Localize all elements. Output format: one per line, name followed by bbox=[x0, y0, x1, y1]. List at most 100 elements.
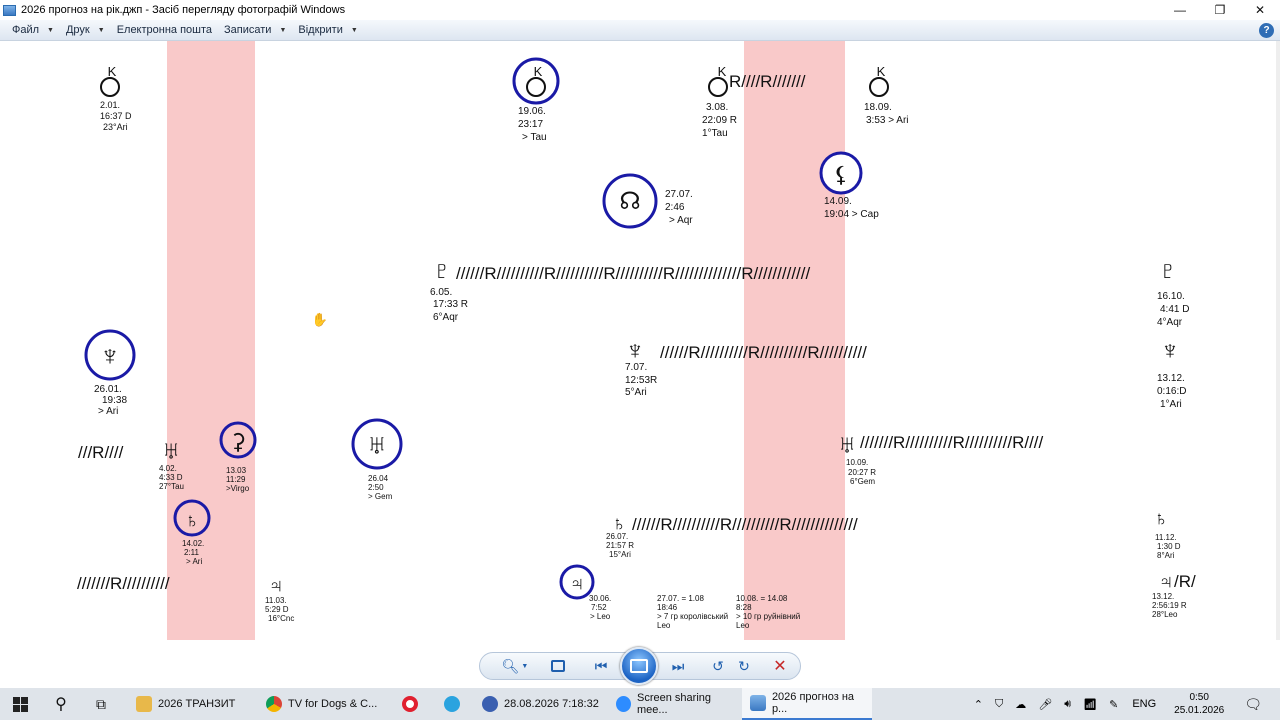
wifi-icon[interactable]: 📶︎ bbox=[1083, 698, 1097, 711]
pluto-end-label: 16.10. 4:41 D 4°Aqr bbox=[1157, 291, 1189, 328]
chevron-down-icon: ▼ bbox=[47, 26, 54, 34]
saturn-start-label: 26.07. 21:57 R 15°Ari bbox=[606, 532, 634, 559]
start-button[interactable] bbox=[0, 688, 40, 720]
taskbar-item-chrome[interactable]: TV for Dogs & C... bbox=[260, 688, 388, 720]
menu-email[interactable]: Електронна пошта bbox=[117, 24, 212, 36]
black-moon-icon: ⚸ bbox=[833, 162, 849, 187]
pen-icon[interactable]: ✎ bbox=[1109, 698, 1118, 711]
chevron-down-icon: ▼ bbox=[279, 26, 287, 34]
delete-button[interactable]: ✕ bbox=[770, 656, 790, 676]
chiron-1-label: 2.01. 16:37 D 23°Ari bbox=[100, 100, 132, 132]
menu-file[interactable]: Файл ▼ bbox=[12, 24, 54, 36]
menu-burn-label: Записати bbox=[224, 24, 272, 36]
slideshow-icon bbox=[630, 659, 648, 673]
jupiter-left-retrograde-line: ///////R////////// bbox=[77, 574, 170, 593]
saturn-icon: ♄ bbox=[1154, 508, 1169, 530]
ceres-icon: ⚳ bbox=[230, 429, 246, 454]
vertical-scrollbar[interactable] bbox=[1276, 41, 1280, 640]
previous-icon: ⏮ bbox=[594, 657, 608, 674]
pluto-start-label: 6.05. 17:33 R 6°Aqr bbox=[430, 287, 468, 323]
input-language[interactable]: ENG bbox=[1132, 698, 1156, 710]
taskbar-item-photo-viewer[interactable]: 2026 прогноз на р... bbox=[742, 688, 872, 720]
taskbar-item-label: TV for Dogs & C... bbox=[288, 698, 378, 710]
minimize-button[interactable]: — bbox=[1160, 0, 1200, 20]
next-button[interactable]: ⏭ bbox=[667, 656, 689, 676]
volume-icon[interactable]: 🔊︎ bbox=[1064, 698, 1071, 711]
maximize-button[interactable]: ❐ bbox=[1200, 0, 1240, 20]
next-icon: ⏭ bbox=[671, 657, 685, 674]
neptune-icon: ♆ bbox=[1160, 335, 1180, 365]
lunar-node-icon: ☊ bbox=[619, 188, 640, 215]
uranus-retrograde-line: ///////R//////////R//////////R//// bbox=[860, 433, 1044, 452]
clock[interactable]: 0:50 25.01.2026 bbox=[1174, 691, 1224, 717]
search-button[interactable]: ⚲ bbox=[46, 688, 76, 720]
notifications-icon[interactable]: 🗨︎ bbox=[1244, 696, 1262, 713]
taskbar-item-zoom[interactable]: Screen sharing mee... bbox=[610, 688, 738, 720]
chevron-up-icon[interactable]: ⌃ bbox=[974, 698, 983, 711]
task-view-button[interactable]: ⧉ bbox=[86, 688, 116, 720]
neptune-retrograde-line: //////R//////////R//////////R////////// bbox=[660, 343, 867, 362]
chrome-icon bbox=[266, 696, 282, 712]
magnifier-icon: 🔍︎ bbox=[501, 657, 520, 674]
close-window-button[interactable]: ✕ bbox=[1240, 0, 1280, 20]
neptune-icon: ♆ bbox=[625, 335, 645, 365]
uranus-icon: ♅ bbox=[161, 435, 181, 465]
jupiter-icon: ♃ bbox=[1159, 571, 1174, 593]
chevron-down-icon: ▼ bbox=[521, 662, 529, 670]
saturn-retrograde-line: //////R//////////R//////////R///////////… bbox=[632, 515, 858, 534]
rotate-clockwise-icon: ↻ bbox=[738, 657, 750, 674]
saturn-icon: ♄ bbox=[185, 510, 200, 532]
svg-text:K: K bbox=[534, 64, 543, 79]
taskbar-item-label: Screen sharing mee... bbox=[637, 692, 712, 716]
taskbar-item-label: 2026 ТРАНЗИТ bbox=[158, 698, 236, 710]
chiron-glyph: K bbox=[100, 64, 120, 97]
photo-viewer-app-icon bbox=[3, 4, 16, 16]
chiron-glyph: K bbox=[708, 64, 728, 97]
pluto-icon: ♇ bbox=[1158, 255, 1178, 285]
jupiter-direct-label: 11.03. 5:29 D 16°Cnc bbox=[265, 596, 294, 623]
highlight-band-left bbox=[167, 41, 255, 640]
uranus-start-label: 10.09. 20:27 R 6°Gem bbox=[846, 458, 876, 486]
chevron-down-icon: ▼ bbox=[350, 26, 358, 34]
windows-logo-icon bbox=[12, 696, 28, 712]
microphone-icon[interactable]: 🎤︎ bbox=[1038, 698, 1052, 711]
uranus-ingress-label: 26.04 2:50 > Gem bbox=[368, 474, 393, 501]
search-icon: ⚲ bbox=[55, 696, 67, 713]
taskbar-item-opera[interactable] bbox=[392, 688, 428, 720]
menu-file-label: Файл bbox=[12, 24, 40, 36]
chiron-glyph: K bbox=[869, 64, 889, 97]
chiron-glyph: K bbox=[526, 64, 546, 97]
chiron-retrograde-line: R////R/////// bbox=[729, 72, 806, 91]
actual-size-button[interactable] bbox=[548, 656, 568, 676]
chevron-down-icon: ▼ bbox=[97, 26, 105, 34]
previous-button[interactable]: ⏮ bbox=[590, 656, 612, 676]
viewer-toolbar: 🔍︎ ▼ ⏮ ⏭ ↺ ↻ ✕ bbox=[0, 640, 1280, 688]
system-tray: ⌃ ⛉ ☁ 🎤︎ 🔊︎ 📶︎ ✎ ENG 0:50 25.01.2026 🗨︎ bbox=[968, 688, 1280, 720]
taskbar-item-telegram[interactable] bbox=[434, 688, 470, 720]
zoom-button[interactable]: 🔍︎ ▼ bbox=[500, 656, 530, 676]
uranus-left-retrograde-line: ///R//// bbox=[78, 443, 124, 462]
help-button[interactable]: ? bbox=[1259, 23, 1274, 38]
photo-viewport[interactable]: K 2.01. 16:37 D 23°Ari K 19.06. 23:17 > Tau … bbox=[0, 41, 1280, 640]
menu-print[interactable]: Друк ▼ bbox=[66, 24, 105, 36]
taskbar-item-folder[interactable]: 2026 ТРАНЗИТ bbox=[128, 688, 256, 720]
menu-open[interactable]: Відкрити ▼ bbox=[298, 24, 357, 36]
highlight-band-right bbox=[744, 41, 845, 640]
taskbar-item-label: 28.08.2026 7:18:32 bbox=[504, 698, 599, 710]
menu-print-label: Друк bbox=[65, 24, 90, 36]
svg-text:K: K bbox=[718, 64, 727, 79]
taskbar-item-astro[interactable]: 28.08.2026 7:18:32 bbox=[476, 688, 606, 720]
saturn-end-label: 11.12. 1:30 D 8°Ari bbox=[1155, 533, 1181, 560]
rotate-right-button[interactable]: ↻ bbox=[734, 656, 754, 676]
opera-icon bbox=[402, 696, 418, 712]
rotate-left-button[interactable]: ↺ bbox=[708, 656, 728, 676]
neptune-end-label: 13.12. 0:16:D 1°Ari bbox=[1157, 373, 1186, 410]
taskbar: ⚲ ⧉ 2026 ТРАНЗИТ TV for Dogs & C... 28.0… bbox=[0, 688, 1280, 720]
menu-burn[interactable]: Записати ▼ bbox=[224, 24, 286, 36]
pluto-icon: ♇ bbox=[432, 255, 452, 285]
shield-icon[interactable]: ⛉ bbox=[995, 698, 1003, 711]
rotate-counterclockwise-icon: ↺ bbox=[712, 657, 724, 674]
slideshow-button[interactable] bbox=[620, 647, 658, 685]
cloud-icon[interactable]: ☁ bbox=[1015, 698, 1026, 711]
hand-cursor-icon: ✋ bbox=[312, 312, 328, 327]
